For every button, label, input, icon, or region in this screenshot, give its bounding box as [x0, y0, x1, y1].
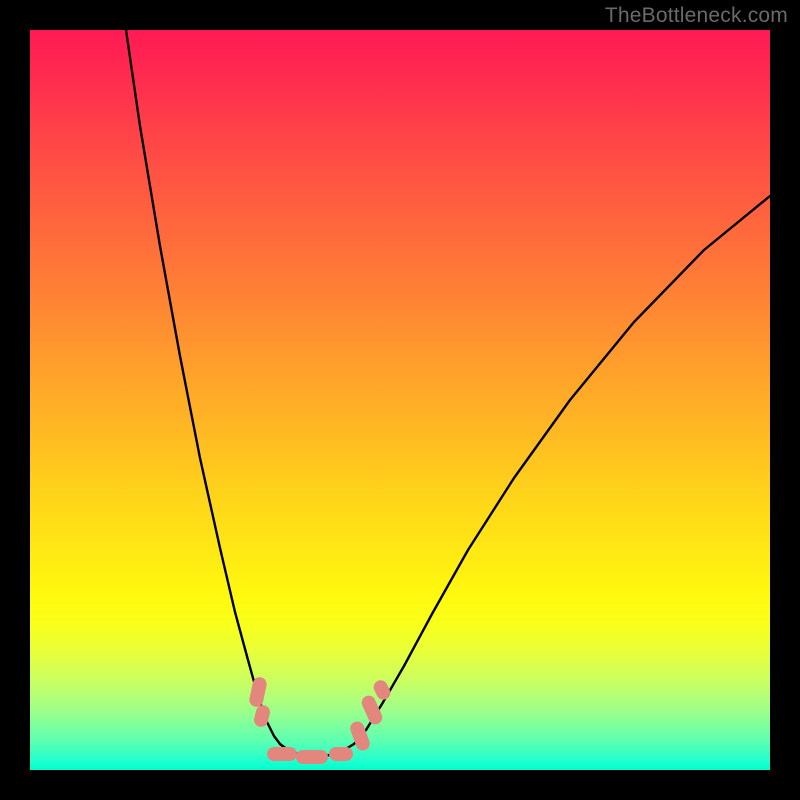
- chart-frame: TheBottleneck.com: [0, 0, 800, 800]
- curve-path: [126, 30, 770, 757]
- bottleneck-curve: [30, 30, 770, 770]
- valley-marker: [296, 750, 328, 764]
- plot-area: [30, 30, 770, 770]
- valley-marker: [267, 747, 297, 761]
- watermark-text: TheBottleneck.com: [605, 4, 788, 28]
- valley-marker: [329, 747, 353, 761]
